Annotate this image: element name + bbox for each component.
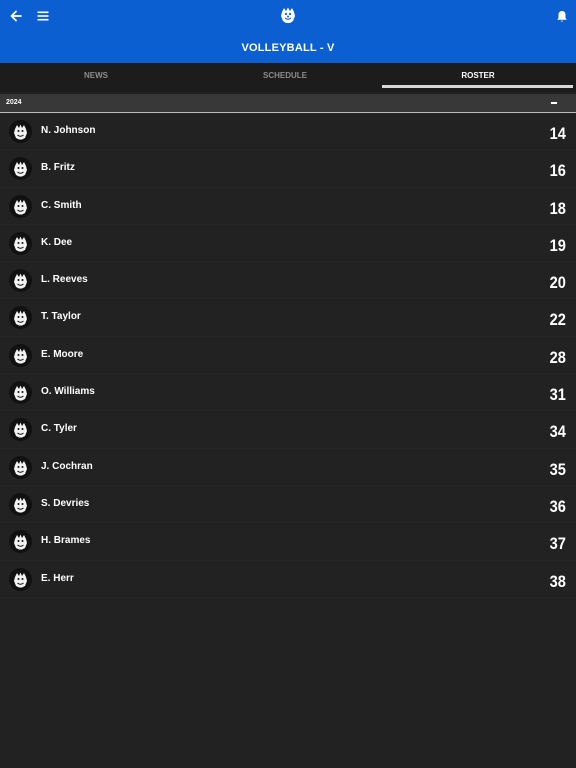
player-name: E. Herr <box>41 572 74 584</box>
player-name: H. Brames <box>41 535 91 547</box>
jersey-number: 16 <box>549 161 566 181</box>
player-row[interactable]: J. Cochran 35 <box>0 449 576 486</box>
page-title: VOLLEYBALL - V <box>241 42 335 54</box>
player-row[interactable]: C. Smith 18 <box>0 188 576 225</box>
player-avatar <box>9 269 32 293</box>
player-avatar <box>9 492 32 516</box>
player-name: E. Moore <box>41 348 84 360</box>
player-name: O. Williams <box>41 386 95 398</box>
player-row[interactable]: O. Williams 31 <box>0 374 576 412</box>
player-avatar <box>9 343 32 367</box>
player-name: J. Cochran <box>41 460 93 472</box>
active-tab-indicator <box>382 85 573 88</box>
bulldog-logo-icon <box>14 348 27 364</box>
jersey-number: 38 <box>549 571 566 591</box>
player-row[interactable]: S. Devries 36 <box>0 486 576 524</box>
player-avatar <box>9 231 32 255</box>
bell-icon <box>557 10 567 22</box>
hamburger-menu-icon <box>37 11 49 21</box>
player-row[interactable]: N. Johnson 14 <box>0 113 576 151</box>
player-name: S. Devries <box>41 497 90 509</box>
player-row[interactable]: B. Fritz 16 <box>0 150 576 188</box>
bulldog-logo-icon <box>14 161 27 177</box>
player-avatar <box>9 120 32 143</box>
player-avatar <box>9 194 32 218</box>
player-row[interactable]: T. Taylor 22 <box>0 299 576 337</box>
player-avatar <box>9 567 32 591</box>
bulldog-logo-icon <box>14 124 27 140</box>
bulldog-logo-icon <box>14 199 27 215</box>
bulldog-logo-icon <box>14 273 27 289</box>
bulldog-logo-icon[interactable] <box>278 5 298 25</box>
jersey-number: 28 <box>549 347 566 367</box>
player-name: T. Taylor <box>41 311 81 323</box>
player-row[interactable]: E. Moore 28 <box>0 337 576 375</box>
player-avatar <box>9 455 32 479</box>
bulldog-logo-icon <box>14 385 27 401</box>
jersey-number: 19 <box>549 235 566 255</box>
tab-news[interactable]: NEWS <box>0 63 192 92</box>
jersey-number: 14 <box>549 124 566 143</box>
player-row[interactable]: C. Tyler 34 <box>0 411 576 449</box>
player-row[interactable]: K. Dee 19 <box>0 225 576 263</box>
player-name: N. Johnson <box>41 125 96 136</box>
jersey-number: 20 <box>549 273 566 293</box>
roster-list: N. Johnson 14 B. Fritz 16 C. Smith 18 K.… <box>0 113 576 598</box>
bulldog-logo-icon <box>14 422 27 438</box>
player-name: B. Fritz <box>41 162 75 174</box>
bulldog-logo-icon <box>14 497 27 513</box>
jersey-number: 37 <box>549 534 566 554</box>
tab-schedule[interactable]: SCHEDULE <box>189 63 381 92</box>
arrow-left-icon <box>10 10 22 22</box>
season-label: 2024 <box>6 99 22 106</box>
jersey-number: 34 <box>549 422 566 442</box>
jersey-number: 35 <box>549 459 566 479</box>
jersey-number: 18 <box>549 198 566 218</box>
app-header: VOLLEYBALL - V <box>0 0 576 63</box>
menu-button[interactable] <box>27 0 59 32</box>
player-avatar <box>9 530 32 554</box>
player-name: K. Dee <box>41 236 73 248</box>
player-row[interactable]: L. Reeves 20 <box>0 262 576 300</box>
player-avatar <box>9 157 32 181</box>
player-row[interactable]: H. Brames 37 <box>0 523 576 561</box>
bulldog-logo-icon <box>14 460 27 476</box>
jersey-number: 36 <box>549 496 566 516</box>
player-name: C. Tyler <box>41 423 77 435</box>
player-avatar <box>9 418 32 442</box>
player-row[interactable]: E. Herr 38 <box>0 561 576 598</box>
bulldog-logo-icon <box>14 534 27 550</box>
player-name: C. Smith <box>41 199 82 211</box>
player-avatar <box>9 306 32 330</box>
season-section-header[interactable]: 2024 <box>0 94 576 113</box>
bulldog-logo-icon <box>14 236 27 252</box>
player-name: L. Reeves <box>41 274 88 286</box>
bulldog-logo-icon <box>14 572 27 588</box>
player-avatar <box>9 381 32 405</box>
bulldog-logo-icon <box>14 310 27 326</box>
minus-icon[interactable] <box>547 96 561 110</box>
notifications-button[interactable] <box>546 0 576 32</box>
jersey-number: 22 <box>549 310 566 330</box>
jersey-number: 31 <box>549 385 566 405</box>
